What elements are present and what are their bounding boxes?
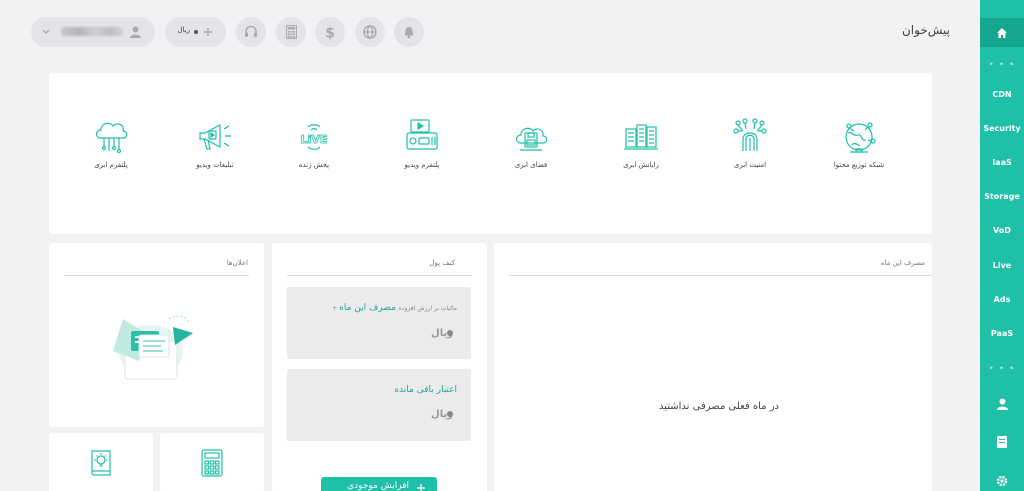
service-security[interactable]: امنیت ابری <box>700 117 800 169</box>
divider <box>509 275 932 276</box>
cloud-storage-icon <box>515 127 548 151</box>
live-icon: LiVE <box>300 124 328 150</box>
idea-book-icon <box>91 450 111 476</box>
remaining-credit-box: اعتبار باقی مانده ریال <box>287 369 471 441</box>
service-label: پلتفرم ابری <box>94 161 128 169</box>
divider <box>287 275 472 276</box>
usage-card: مصرف این ماه در ماه فعلی مصرفی نداشتید <box>494 243 932 491</box>
globe-network-icon <box>845 122 876 153</box>
services-card: شبکه توزیع محتوا امنیت ابری رایانش ابری … <box>49 73 932 234</box>
payment-button[interactable]: $ <box>315 17 345 47</box>
home-icon <box>997 27 1007 38</box>
usage-empty-message: در ماه فعلی مصرفی نداشتید <box>658 401 780 412</box>
add-credit-button[interactable]: ریال <box>165 17 226 47</box>
usage-title: مصرف این ماه <box>880 259 925 267</box>
sidebar-item-paas[interactable]: PaaS <box>980 328 1024 340</box>
service-paas[interactable]: پلتفرم ابری <box>61 117 161 169</box>
language-button[interactable] <box>355 17 385 47</box>
sidebar-item-settings[interactable] <box>980 475 1024 487</box>
notifications-button[interactable] <box>394 17 424 47</box>
user-icon <box>996 398 1008 410</box>
service-label: امنیت ابری <box>733 161 767 169</box>
headset-icon <box>245 25 257 37</box>
megaphone-icon <box>199 124 231 150</box>
svg-text:LiVE: LiVE <box>301 133 328 146</box>
svg-text:$: $ <box>325 25 335 40</box>
video-player-icon <box>406 119 438 150</box>
calculator-card[interactable] <box>160 433 264 491</box>
sidebar: • • • CDN Security IaaS Storage VoD Live… <box>980 0 1024 491</box>
monthly-spend-box: + مالیات بر ارزش افزوده مصرف این ماه ریا… <box>287 287 471 359</box>
bell-icon <box>404 26 414 38</box>
service-label: فضای ابری <box>514 161 548 169</box>
service-label: پلتفرم ویدیو <box>404 161 440 169</box>
announcements-card: اعلان‌ها <box>49 243 264 427</box>
guide-card[interactable] <box>49 433 153 491</box>
user-icon <box>130 26 141 38</box>
chevron-down-icon <box>42 29 50 34</box>
amount-dot <box>447 411 453 417</box>
user-name: ‌ <box>61 27 123 36</box>
sidebar-item-cdn[interactable]: CDN <box>980 89 1024 101</box>
service-storage[interactable]: فضای ابری <box>481 117 581 169</box>
divider <box>64 275 249 276</box>
calculator-icon <box>285 25 297 39</box>
service-live[interactable]: LiVE پخش زنده <box>264 117 364 169</box>
service-vod[interactable]: پلتفرم ویدیو <box>372 117 472 169</box>
sidebar-item-storage[interactable]: Storage <box>980 191 1024 203</box>
monthly-spend-label: مصرف این ماه <box>339 303 396 313</box>
sidebar-item-vod[interactable]: VoD <box>980 225 1024 237</box>
announcements-title: اعلان‌ها <box>226 259 248 267</box>
sidebar-item-live[interactable]: Live <box>980 260 1024 272</box>
empty-announcements-illustration <box>113 315 193 380</box>
amount-dot <box>447 330 453 336</box>
service-label: شبکه توزیع محتوا <box>833 161 885 169</box>
globe-icon <box>363 25 377 39</box>
calculator-button[interactable] <box>276 17 306 47</box>
sidebar-item-iaas[interactable]: IaaS <box>980 157 1024 169</box>
sidebar-item-security[interactable]: Security <box>980 123 1024 135</box>
service-cdn[interactable]: شبکه توزیع محتوا <box>809 117 909 169</box>
invoice-icon <box>997 436 1007 448</box>
fingerprint-icon <box>733 118 767 151</box>
remaining-credit-title: اعتبار باقی مانده <box>394 385 457 395</box>
monthly-spend-title: + مالیات بر ارزش افزوده مصرف این ماه <box>332 303 457 313</box>
service-ads[interactable]: تبلیغات ویدیو <box>165 117 265 169</box>
dollar-icon: $ <box>325 25 335 40</box>
cloud-platform-icon <box>95 122 128 154</box>
servers-icon <box>624 124 658 150</box>
plus-icon <box>204 28 212 36</box>
service-iaas[interactable]: رایانش ابری <box>591 117 691 169</box>
increase-credit-label: افزایش موجودی <box>347 481 409 491</box>
sidebar-item-billing[interactable] <box>980 436 1024 448</box>
user-menu[interactable]: ‌ <box>31 17 155 47</box>
support-button[interactable] <box>236 17 266 47</box>
calculator-icon <box>201 449 223 477</box>
wallet-balance-dot <box>194 30 198 34</box>
wallet-card: کیف پول + مالیات بر ارزش افزوده مصرف این… <box>272 243 487 491</box>
sidebar-item-profile[interactable] <box>980 398 1024 410</box>
gear-icon <box>996 475 1008 487</box>
service-label: تبلیغات ویدیو <box>196 161 234 169</box>
sidebar-divider: • • • <box>988 364 1016 374</box>
currency-label: ریال <box>177 26 190 34</box>
service-label: پخش زنده <box>298 161 330 169</box>
increase-credit-button[interactable]: افزایش موجودی <box>321 477 437 491</box>
sidebar-item-ads[interactable]: Ads <box>980 294 1024 306</box>
sidebar-divider: • • • <box>988 60 1016 70</box>
service-label: رایانش ابری <box>623 161 659 169</box>
plus-icon <box>417 484 425 491</box>
sidebar-item-home[interactable] <box>980 18 1024 47</box>
page-title: پیش‌خوان <box>901 23 950 37</box>
wallet-title: کیف پول <box>429 259 455 267</box>
